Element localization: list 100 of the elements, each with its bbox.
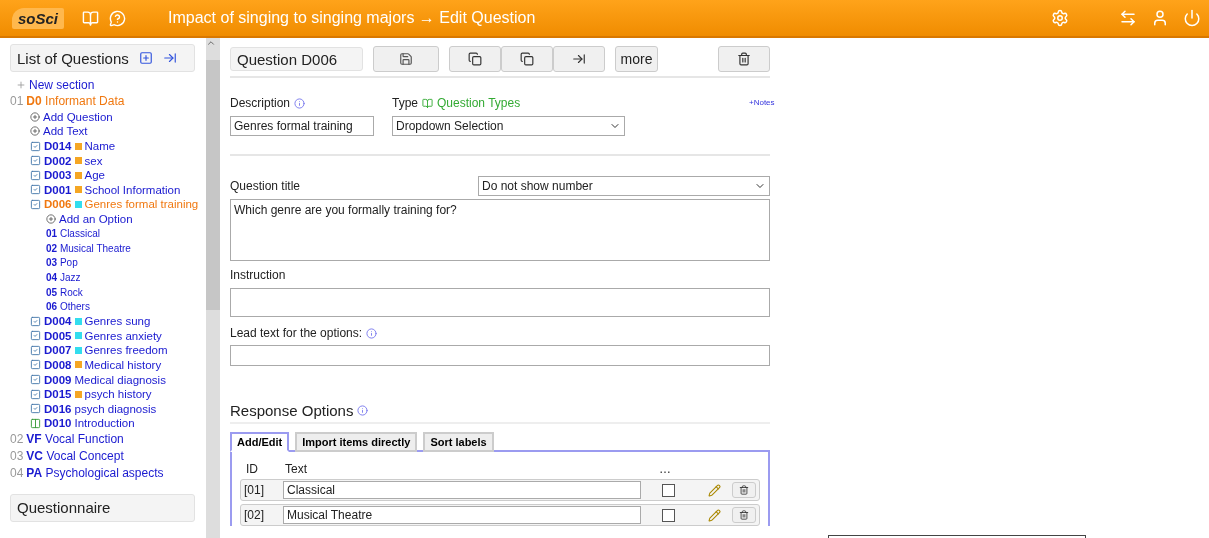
- question-link[interactable]: psych diagnosis: [74, 402, 157, 415]
- new-section-link[interactable]: New section: [29, 78, 95, 93]
- column-header: ID: [246, 462, 259, 476]
- question-code[interactable]: D003: [44, 169, 72, 182]
- option-id: [02]: [244, 508, 265, 522]
- pencil-icon[interactable]: [708, 508, 721, 522]
- question-link[interactable]: Introduction: [74, 417, 135, 430]
- add-link[interactable]: Add Text: [43, 125, 88, 138]
- question-code[interactable]: D001: [44, 183, 72, 196]
- delete-button[interactable]: [718, 46, 770, 72]
- question-code[interactable]: D014: [44, 140, 72, 153]
- question-code[interactable]: D015: [44, 388, 72, 401]
- question-code[interactable]: D002: [44, 154, 72, 167]
- question-label: Question D006: [230, 47, 363, 71]
- option-link[interactable]: 05 Rock: [46, 286, 83, 298]
- save-icon: [399, 52, 413, 66]
- question-code[interactable]: D009: [44, 373, 72, 386]
- question-link[interactable]: Name: [84, 140, 116, 153]
- trash-icon: [739, 485, 749, 495]
- option-text-field[interactable]: Musical Theatre: [283, 506, 641, 524]
- delete-button[interactable]: [732, 507, 756, 523]
- checkbox-icon: [30, 315, 41, 327]
- question-link[interactable]: School Information: [84, 183, 181, 196]
- section-link[interactable]: PA Psychological aspects: [26, 466, 164, 481]
- tab[interactable]: Import items directly: [295, 432, 418, 452]
- panel-title: List of Questions: [17, 49, 129, 67]
- checkbox-icon: [30, 388, 41, 400]
- swap-icon[interactable]: [1119, 9, 1137, 27]
- checkbox-icon: [30, 140, 41, 152]
- section-link[interactable]: VC Vocal Concept: [26, 449, 124, 464]
- scrollbar-thumb[interactable]: [206, 60, 220, 310]
- page-title: Impact of singing to singing majors → Edit Question: [168, 9, 537, 27]
- delete-button[interactable]: [732, 482, 756, 498]
- info-icon: [357, 405, 369, 416]
- option-id: [01]: [244, 483, 265, 497]
- checkbox[interactable]: [662, 483, 675, 497]
- save-button[interactable]: [373, 46, 439, 72]
- tab[interactable]: Sort labels: [423, 432, 494, 452]
- lead-text-field[interactable]: [230, 345, 770, 366]
- question-link[interactable]: Genres anxiety: [84, 329, 162, 342]
- book-icon: [82, 9, 100, 27]
- tab[interactable]: Add/Edit: [230, 432, 290, 452]
- question-title-field[interactable]: Which genre are you formally training for?: [230, 199, 770, 261]
- notes-link[interactable]: +Notes: [749, 98, 775, 107]
- scroll-up-icon: [206, 38, 216, 48]
- duplicate-button[interactable]: [501, 46, 553, 72]
- checkbox-icon: [30, 403, 41, 415]
- copy-button[interactable]: [449, 46, 501, 72]
- section-number: 03: [10, 449, 24, 464]
- column-header: …: [659, 462, 671, 476]
- help-icon: [109, 9, 127, 27]
- option-link[interactable]: 06 Others: [46, 301, 90, 313]
- option-link[interactable]: 04 Jazz: [46, 271, 81, 283]
- collapse-icon[interactable]: [162, 51, 177, 65]
- checkbox-icon: [30, 184, 41, 196]
- option-link[interactable]: 01 Classical: [46, 228, 100, 240]
- section-number: 01: [10, 94, 24, 109]
- question-code[interactable]: D010: [44, 417, 72, 430]
- trash-icon: [739, 510, 749, 520]
- instruction-field[interactable]: [230, 288, 770, 317]
- question-link[interactable]: Genres sung: [84, 315, 151, 328]
- option-link[interactable]: 03 Pop: [46, 257, 78, 269]
- question-link[interactable]: Medical history: [84, 359, 162, 371]
- logo[interactable]: soSci: [12, 7, 65, 29]
- move-icon: [572, 52, 586, 66]
- add-link[interactable]: Add an Option: [59, 213, 133, 226]
- question-title-label: Question title: [230, 179, 301, 193]
- question-code[interactable]: D007: [44, 344, 72, 357]
- user-icon[interactable]: [1151, 9, 1169, 27]
- settings-icon[interactable]: [1051, 9, 1069, 27]
- question-link[interactable]: Age: [84, 169, 105, 182]
- column-header: Text: [285, 462, 308, 476]
- question-link[interactable]: psych history: [84, 388, 152, 401]
- checkbox[interactable]: [662, 508, 675, 522]
- description-field[interactable]: Genres formal training: [230, 116, 374, 136]
- option-link[interactable]: 02 Musical Theatre: [46, 242, 131, 254]
- checkbox-icon: [30, 374, 41, 386]
- question-code[interactable]: D016: [44, 402, 72, 415]
- checkbox-icon: [30, 169, 41, 181]
- question-code[interactable]: D005: [44, 329, 72, 342]
- question-code[interactable]: D008: [44, 359, 72, 371]
- move-button[interactable]: [553, 46, 605, 72]
- plus-circle-icon: [46, 214, 56, 225]
- numbering-dropdown[interactable]: Do not show number: [478, 176, 770, 196]
- type-dropdown[interactable]: Dropdown Selection: [392, 116, 625, 136]
- add-page-icon[interactable]: [138, 51, 153, 65]
- question-link[interactable]: Genres freedom: [84, 344, 168, 357]
- more-button[interactable]: more: [615, 46, 658, 72]
- power-icon[interactable]: [1183, 9, 1201, 27]
- question-link[interactable]: Medical diagnosis: [74, 373, 166, 386]
- info-icon: [366, 327, 378, 339]
- plus-icon: [16, 80, 26, 91]
- add-link[interactable]: Add Question: [43, 110, 113, 123]
- question-code[interactable]: D004: [44, 315, 72, 328]
- pencil-icon[interactable]: [708, 483, 721, 497]
- lead-text-label: Lead text for the options:: [230, 326, 363, 340]
- info-icon: [294, 97, 306, 109]
- option-text-field[interactable]: Classical: [283, 481, 641, 499]
- section-link[interactable]: VF Vocal Function: [26, 432, 124, 447]
- question-link[interactable]: sex: [84, 154, 103, 167]
